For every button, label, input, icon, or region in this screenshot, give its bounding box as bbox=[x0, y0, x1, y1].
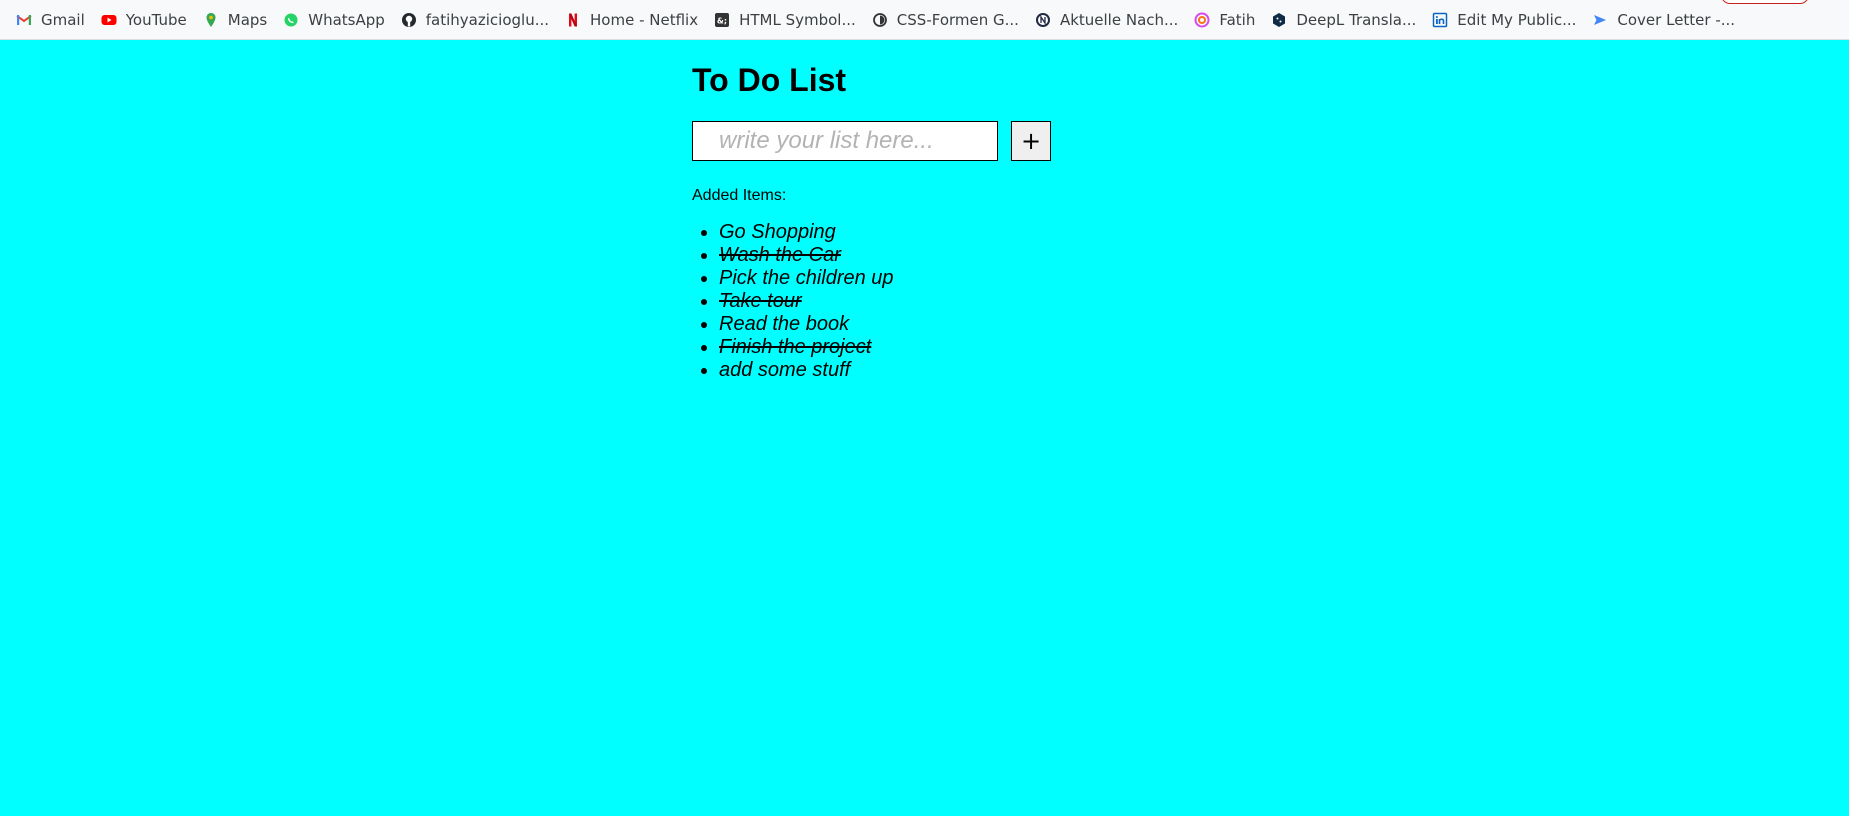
bookmark-fatih-swirl[interactable]: Fatih bbox=[1188, 6, 1261, 34]
svg-text:&;: &; bbox=[717, 16, 727, 25]
bookmark-linkedin[interactable]: Edit My Public... bbox=[1426, 6, 1582, 34]
news-icon bbox=[1035, 12, 1051, 28]
todo-item[interactable]: Read the book bbox=[719, 313, 1292, 336]
bookmark-youtube[interactable]: YouTube bbox=[95, 6, 193, 34]
todo-item[interactable]: add some stuff bbox=[719, 359, 1292, 382]
bookmark-label: WhatsApp bbox=[308, 10, 385, 29]
cover-letter-icon bbox=[1592, 12, 1608, 28]
todo-item[interactable]: Take tour bbox=[719, 290, 1292, 313]
youtube-icon bbox=[101, 12, 117, 28]
bookmark-label: CSS-Formen G... bbox=[896, 10, 1019, 29]
bookmark-deepl[interactable]: DeepL Transla... bbox=[1265, 6, 1422, 34]
bookmark-label: Maps bbox=[227, 10, 268, 29]
bookmark-label: Edit My Public... bbox=[1457, 10, 1577, 29]
added-items-label: Added Items: bbox=[692, 187, 787, 204]
todo-item[interactable]: Wash the Car bbox=[719, 244, 1292, 267]
deepl-icon bbox=[1271, 12, 1287, 28]
html-symbol-icon: &; bbox=[714, 12, 730, 28]
netflix-icon bbox=[565, 12, 581, 28]
todo-item[interactable]: Pick the children up bbox=[719, 267, 1292, 290]
page-title: To Do List bbox=[692, 62, 847, 98]
maps-pin-icon bbox=[203, 12, 219, 28]
todo-input[interactable] bbox=[692, 121, 998, 161]
bookmark-label: Cover Letter -... bbox=[1617, 10, 1736, 29]
input-row: + bbox=[692, 121, 1292, 161]
bookmark-news[interactable]: Aktuelle Nach... bbox=[1029, 6, 1184, 34]
todo-item[interactable]: Finish the project bbox=[719, 336, 1292, 359]
bookmark-label: DeepL Transla... bbox=[1296, 10, 1417, 29]
bookmark-netflix[interactable]: Home - Netflix bbox=[559, 6, 704, 34]
add-button[interactable]: + bbox=[1011, 121, 1051, 161]
github-icon bbox=[401, 12, 417, 28]
todo-list: Go ShoppingWash the CarPick the children… bbox=[692, 221, 1292, 382]
bookmark-github[interactable]: fatihyazicioglu... bbox=[395, 6, 555, 34]
bookmark-label: Aktuelle Nach... bbox=[1059, 10, 1179, 29]
todo-app: To Do List + Added Items: Go ShoppingWas… bbox=[692, 60, 1292, 382]
fatih-swirl-icon bbox=[1194, 12, 1210, 28]
bookmarks-bar: Gmail YouTube Maps WhatsApp fatihyazicioglu.… bbox=[0, 0, 1849, 40]
linkedin-icon bbox=[1432, 12, 1448, 28]
bookmark-html-symbol[interactable]: &; HTML Symbol... bbox=[708, 6, 862, 34]
bookmark-gmail[interactable]: Gmail bbox=[10, 6, 91, 34]
bookmark-css-forms[interactable]: CSS-Formen G... bbox=[866, 6, 1025, 34]
bookmark-label: YouTube bbox=[125, 10, 187, 29]
bookmark-label: Fatih bbox=[1219, 10, 1256, 29]
bookmark-label: HTML Symbol... bbox=[739, 10, 856, 29]
bookmark-label: fatihyazicioglu... bbox=[425, 10, 550, 29]
bookmark-label: Home - Netflix bbox=[590, 10, 699, 29]
todo-item[interactable]: Go Shopping bbox=[719, 221, 1292, 244]
profile-pill[interactable] bbox=[1721, 0, 1809, 4]
bookmark-maps-pin[interactable]: Maps bbox=[197, 6, 273, 34]
gmail-icon bbox=[16, 12, 32, 28]
bookmark-label: Gmail bbox=[41, 10, 85, 29]
css-forms-icon bbox=[872, 12, 888, 28]
bookmark-whatsapp[interactable]: WhatsApp bbox=[277, 6, 391, 34]
bookmark-cover-letter[interactable]: Cover Letter -... bbox=[1586, 6, 1741, 34]
whatsapp-icon bbox=[283, 12, 299, 28]
